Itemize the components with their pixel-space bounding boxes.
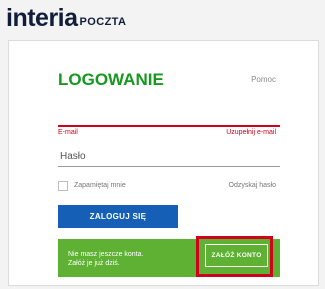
register-text-line1: Nie masz jeszcze konta. [68, 251, 144, 258]
logo-subtitle: POCZTA [79, 16, 127, 28]
email-label: E-mail [58, 129, 78, 136]
email-field-wrapper [58, 103, 280, 127]
remember-me-label[interactable]: Zapamiętaj mnie [74, 182, 126, 189]
help-link[interactable]: Pomoc [251, 75, 276, 84]
register-banner-text: Nie masz jeszcze konta. Załóż je już dzi… [68, 250, 198, 268]
logo-wordmark: interia [6, 4, 78, 32]
register-button[interactable]: ZAŁÓŻ KONTO [205, 244, 268, 267]
register-banner: Nie masz jeszcze konta. Załóż je już dzi… [58, 236, 280, 277]
remember-me-checkbox[interactable] [58, 181, 68, 191]
login-button[interactable]: ZALOGUJ SIĘ [58, 205, 178, 228]
email-field[interactable] [58, 103, 280, 127]
register-text-line2: Załóż je już dziś. [68, 260, 120, 267]
password-field[interactable] [58, 147, 280, 167]
page-title: LOGOWANIE [58, 70, 164, 89]
interia-poczta-logo[interactable]: interia POCZTA [6, 4, 126, 34]
header: interia POCZTA [0, 0, 325, 40]
forgot-password-link[interactable]: Odzyskaj hasło [229, 182, 276, 189]
login-card: LOGOWANIE Pomoc E-mail Uzupełnij e-mail … [8, 40, 319, 286]
email-error-message: Uzupełnij e-mail [226, 129, 276, 136]
